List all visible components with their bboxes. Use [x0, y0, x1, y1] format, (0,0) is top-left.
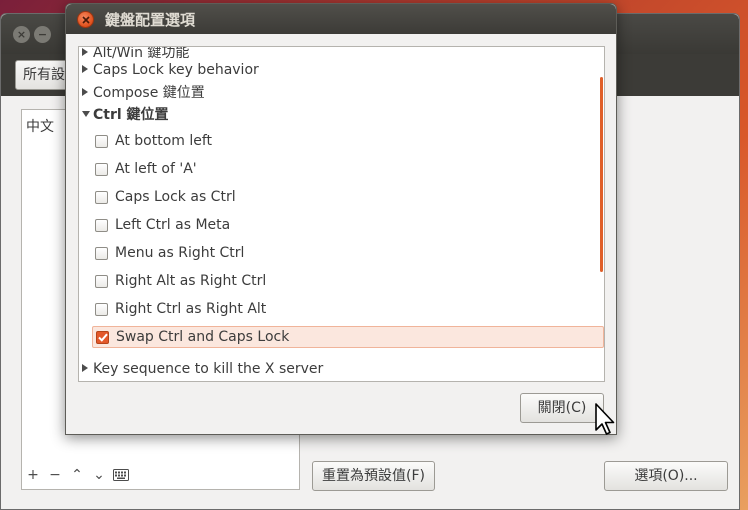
group-kill-x-server[interactable]: Key sequence to kill the X server — [82, 361, 604, 377]
checkbox[interactable] — [95, 162, 108, 176]
expander-right-icon[interactable] — [82, 65, 88, 73]
checkbox[interactable] — [95, 302, 108, 316]
reset-defaults-button[interactable]: 重置為預設值(F) — [312, 461, 435, 491]
expander-right-icon[interactable] — [82, 88, 88, 96]
option-label: Right Ctrl as Right Alt — [115, 301, 267, 317]
option-left-ctrl-as-meta[interactable]: Left Ctrl as Meta — [92, 214, 604, 236]
expander-right-icon[interactable] — [82, 364, 88, 372]
move-down-icon[interactable]: ⌄ — [89, 464, 109, 486]
checkbox[interactable] — [95, 274, 108, 288]
checkbox[interactable] — [95, 246, 108, 260]
option-label: Right Alt as Right Ctrl — [115, 273, 267, 289]
option-menu-as-right-ctrl[interactable]: Menu as Right Ctrl — [92, 242, 604, 264]
keyboard-icon[interactable] — [111, 464, 131, 486]
checkbox[interactable] — [95, 134, 108, 148]
move-up-icon[interactable]: ⌃ — [67, 464, 87, 486]
list-toolbar: + − ⌃ ⌄ — [23, 464, 131, 488]
background-close-icon[interactable]: × — [13, 26, 30, 43]
option-label: Caps Lock as Ctrl — [115, 189, 236, 205]
dialog-titlebar: 鍵盤配置選項 — [66, 4, 616, 34]
group-label: Alt/Win 鍵功能 — [93, 46, 190, 61]
option-swap-ctrl-and-caps-lock[interactable]: Swap Ctrl and Caps Lock — [92, 326, 604, 348]
option-label: At bottom left — [115, 133, 213, 149]
expander-right-icon[interactable] — [82, 48, 88, 56]
option-right-ctrl-as-right-alt[interactable]: Right Ctrl as Right Alt — [92, 298, 604, 320]
option-at-left-of-a[interactable]: At left of 'A' — [92, 158, 604, 180]
options-tree[interactable]: Alt/Win 鍵功能 Caps Lock key behavior Compo… — [78, 46, 605, 382]
group-caps-lock[interactable]: Caps Lock key behavior — [82, 62, 604, 78]
dialog-close-icon[interactable] — [77, 11, 94, 28]
option-at-bottom-left[interactable]: At bottom left — [92, 130, 604, 152]
option-label: Menu as Right Ctrl — [115, 245, 245, 261]
option-right-alt-as-right-ctrl[interactable]: Right Alt as Right Ctrl — [92, 270, 604, 292]
options-button[interactable]: 選項(O)... — [604, 461, 728, 491]
option-caps-lock-as-ctrl[interactable]: Caps Lock as Ctrl — [92, 186, 604, 208]
dialog-title: 鍵盤配置選項 — [105, 11, 196, 29]
add-icon[interactable]: + — [23, 464, 43, 486]
group-ctrl[interactable]: Ctrl 鍵位置 — [82, 104, 604, 124]
close-button[interactable]: 關閉(C) — [520, 393, 604, 423]
group-label: Compose 鍵位置 — [93, 85, 205, 101]
checkmark-icon — [97, 333, 108, 342]
background-minimize-icon[interactable]: − — [34, 26, 51, 43]
remove-icon[interactable]: − — [45, 464, 65, 486]
group-alt-win[interactable]: Alt/Win 鍵功能 — [82, 46, 604, 62]
group-label: Caps Lock key behavior — [93, 62, 259, 78]
expander-down-icon[interactable] — [82, 111, 90, 117]
keyboard-options-dialog: 鍵盤配置選項 Alt/Win 鍵功能 Caps Lock key behavio… — [65, 3, 617, 435]
scrollbar-indicator[interactable] — [600, 77, 603, 272]
option-label: At left of 'A' — [115, 161, 197, 177]
option-label: Swap Ctrl and Caps Lock — [116, 329, 290, 345]
list-item[interactable]: 中文 — [26, 116, 54, 136]
group-label: Key sequence to kill the X server — [93, 361, 324, 377]
checkbox-checked[interactable] — [96, 330, 109, 344]
checkbox[interactable] — [95, 218, 108, 232]
group-label: Ctrl 鍵位置 — [93, 107, 169, 123]
group-compose[interactable]: Compose 鍵位置 — [82, 82, 604, 102]
mouse-pointer-icon — [595, 403, 615, 435]
checkbox[interactable] — [95, 190, 108, 204]
option-label: Left Ctrl as Meta — [115, 217, 231, 233]
